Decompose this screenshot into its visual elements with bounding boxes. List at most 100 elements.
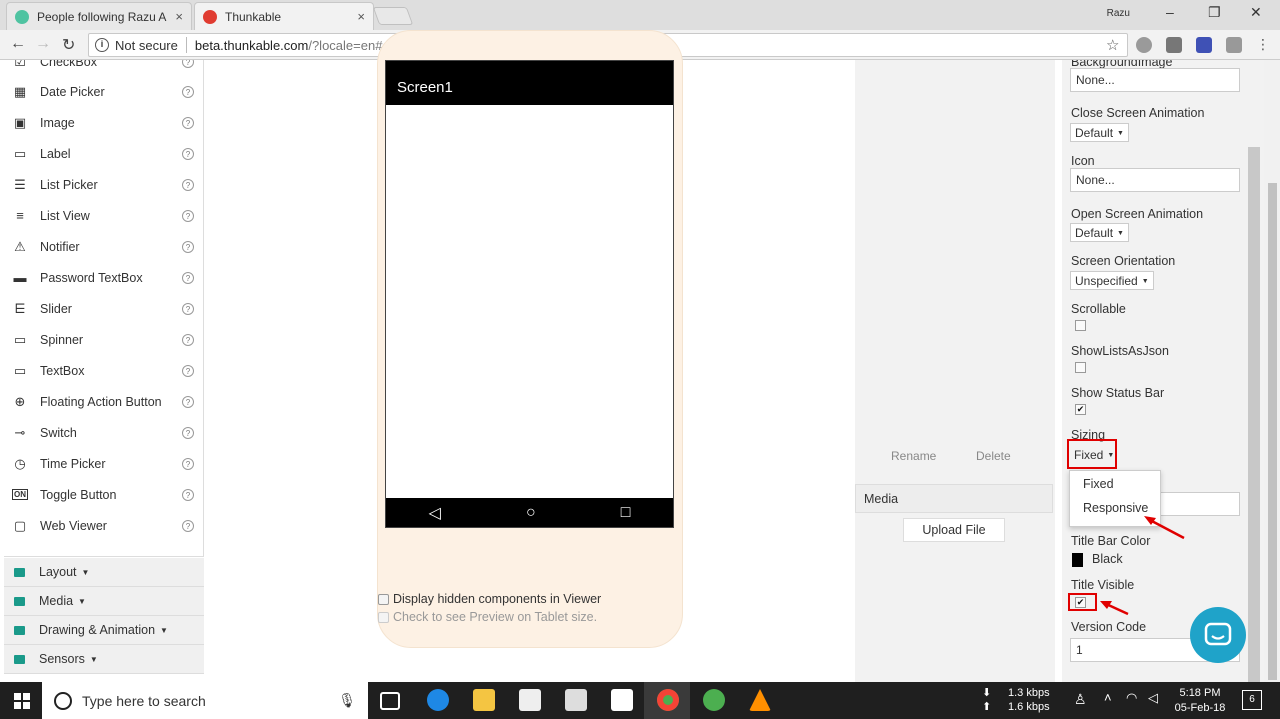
vlc-icon[interactable]: [749, 689, 771, 711]
palette-item-password-textbox[interactable]: ▬ Password TextBox ?: [4, 262, 200, 293]
palette-item-date-picker[interactable]: ▦ Date Picker ?: [4, 76, 200, 107]
chat-bubble-button[interactable]: [1190, 607, 1246, 663]
palette-item-slider[interactable]: ⋿ Slider ?: [4, 293, 200, 324]
taskbar-clock[interactable]: 5:18 PM 05-Feb-18: [1168, 686, 1232, 716]
chrome-icon[interactable]: [657, 689, 679, 711]
help-icon[interactable]: ?: [182, 302, 194, 315]
help-icon[interactable]: ?: [182, 147, 194, 160]
rename-button[interactable]: Rename: [881, 445, 946, 467]
palette-item-time-picker[interactable]: ◷ Time Picker ?: [4, 448, 200, 479]
screen-orientation-select[interactable]: Unspecified ▼: [1070, 271, 1154, 290]
window-close-icon[interactable]: ✕: [1250, 4, 1262, 21]
palette-item-label[interactable]: ▭ Label ?: [4, 138, 200, 169]
thunkable-favicon-icon: [203, 9, 217, 24]
chevron-up-icon[interactable]: ˄: [1104, 690, 1112, 705]
palette-item-toggle-button[interactable]: ON Toggle Button ?: [4, 479, 200, 510]
icon-field[interactable]: None...: [1070, 168, 1240, 192]
minimize-icon[interactable]: –: [1166, 4, 1174, 20]
volume-icon[interactable]: ◁: [1148, 690, 1158, 706]
help-icon[interactable]: ?: [182, 333, 194, 346]
action-center-icon[interactable]: 6: [1242, 690, 1262, 710]
open-screen-animation-select[interactable]: Default ▼: [1070, 223, 1129, 242]
reload-icon[interactable]: ↻: [62, 35, 75, 55]
tab-close-icon[interactable]: ×: [357, 9, 365, 24]
display-hidden-checkbox[interactable]: [378, 593, 389, 605]
phone-screen[interactable]: Screen1 ◁ ○ □: [385, 60, 674, 528]
file-explorer-icon[interactable]: [473, 689, 495, 711]
category-drawing-animation[interactable]: Drawing & Animation ▼: [4, 616, 204, 645]
help-icon[interactable]: ?: [182, 60, 194, 68]
tablet-preview-option[interactable]: Check to see Preview on Tablet size.: [378, 610, 597, 624]
extension-icon[interactable]: [1136, 37, 1152, 53]
display-hidden-option[interactable]: Display hidden components in Viewer: [378, 592, 601, 606]
scrollable-checkbox[interactable]: [1075, 320, 1086, 331]
edge-icon[interactable]: [427, 689, 449, 711]
utorrent-icon[interactable]: [703, 689, 725, 711]
palette-item-list-view[interactable]: ≡ List View ?: [4, 200, 200, 231]
taskbar-search-box[interactable]: Type here to search 🎙: [42, 682, 368, 719]
help-icon[interactable]: ?: [182, 85, 194, 98]
help-icon[interactable]: ?: [182, 178, 194, 191]
calculator-icon[interactable]: [565, 689, 587, 711]
extension-icon[interactable]: [1196, 37, 1212, 53]
title-bar-color-value[interactable]: Black: [1092, 552, 1123, 566]
task-view-icon[interactable]: [380, 692, 400, 710]
upload-file-button[interactable]: Upload File: [903, 518, 1005, 542]
tablet-preview-checkbox[interactable]: [378, 611, 389, 623]
category-layout[interactable]: Layout ▼: [4, 558, 204, 587]
tab-people-following[interactable]: People following Razu Al ×: [6, 2, 192, 30]
back-arrow-icon[interactable]: ←: [10, 35, 26, 53]
tab-close-icon[interactable]: ×: [175, 9, 183, 24]
prop-label-show-status-bar: Show Status Bar: [1071, 386, 1165, 400]
camera-extension-icon[interactable]: [1166, 37, 1182, 53]
palette-item-switch[interactable]: ⊸ Switch ?: [4, 417, 200, 448]
close-screen-animation-select[interactable]: Default ▼: [1070, 123, 1129, 142]
category-sensors[interactable]: Sensors ▼: [4, 645, 204, 674]
help-icon[interactable]: ?: [182, 519, 194, 532]
help-icon[interactable]: ?: [182, 426, 194, 439]
scrollbar-thumb[interactable]: [1268, 183, 1277, 680]
palette-item-spinner[interactable]: ▭ Spinner ?: [4, 324, 200, 355]
palette-item-label: TextBox: [40, 363, 85, 378]
help-icon[interactable]: ?: [182, 116, 194, 129]
microphone-icon[interactable]: 🎙: [338, 692, 356, 709]
windows-start-icon[interactable]: [14, 693, 30, 709]
palette-item-web-viewer[interactable]: ▢ Web Viewer ?: [4, 510, 200, 541]
help-icon[interactable]: ?: [182, 488, 194, 501]
page-scrollbar[interactable]: [1264, 60, 1280, 682]
profile-name[interactable]: Razu: [1107, 8, 1130, 19]
tab-thunkable[interactable]: Thunkable ×: [194, 2, 374, 30]
palette-item-label: Switch: [40, 425, 77, 440]
new-tab-button[interactable]: [372, 7, 414, 25]
palette-item-list-picker[interactable]: ☰ List Picker ?: [4, 169, 200, 200]
help-icon[interactable]: ?: [182, 209, 194, 222]
palette-item-textbox[interactable]: ▭ TextBox ?: [4, 355, 200, 386]
palette-item-notifier[interactable]: ⚠ Notifier ?: [4, 231, 200, 262]
show-lists-as-json-checkbox[interactable]: [1075, 362, 1086, 373]
category-media[interactable]: Media ▼: [4, 587, 204, 616]
sizing-option-fixed[interactable]: Fixed: [1070, 471, 1160, 495]
delete-button[interactable]: Delete: [966, 445, 1021, 467]
background-image-field[interactable]: None...: [1070, 68, 1240, 92]
maximize-icon[interactable]: ❐: [1208, 4, 1221, 21]
menu-icon[interactable]: ⋮: [1256, 37, 1272, 53]
palette-item-image[interactable]: ▣ Image ?: [4, 107, 200, 138]
help-icon[interactable]: ?: [182, 364, 194, 377]
people-icon[interactable]: ♙: [1074, 691, 1087, 708]
extension-icon[interactable]: [1226, 37, 1242, 53]
wifi-icon[interactable]: ◠: [1126, 690, 1137, 706]
help-icon[interactable]: ?: [182, 240, 194, 253]
properties-scrollbar[interactable]: [1248, 147, 1260, 682]
help-icon[interactable]: ?: [182, 271, 194, 284]
palette-item-floating-action-button[interactable]: ⊕ Floating Action Button ?: [4, 386, 200, 417]
palette-item-checkbox[interactable]: ☑ CheckBox ?: [4, 60, 200, 77]
color-swatch[interactable]: [1072, 553, 1083, 567]
forward-arrow-icon[interactable]: →: [35, 35, 51, 53]
show-status-bar-checkbox[interactable]: ✔: [1075, 404, 1086, 415]
help-icon[interactable]: ?: [182, 457, 194, 470]
mail-icon[interactable]: [611, 689, 633, 711]
bookmark-star-icon[interactable]: ☆: [1106, 36, 1119, 54]
info-icon[interactable]: i: [95, 38, 109, 52]
store-icon[interactable]: [519, 689, 541, 711]
help-icon[interactable]: ?: [182, 395, 194, 408]
